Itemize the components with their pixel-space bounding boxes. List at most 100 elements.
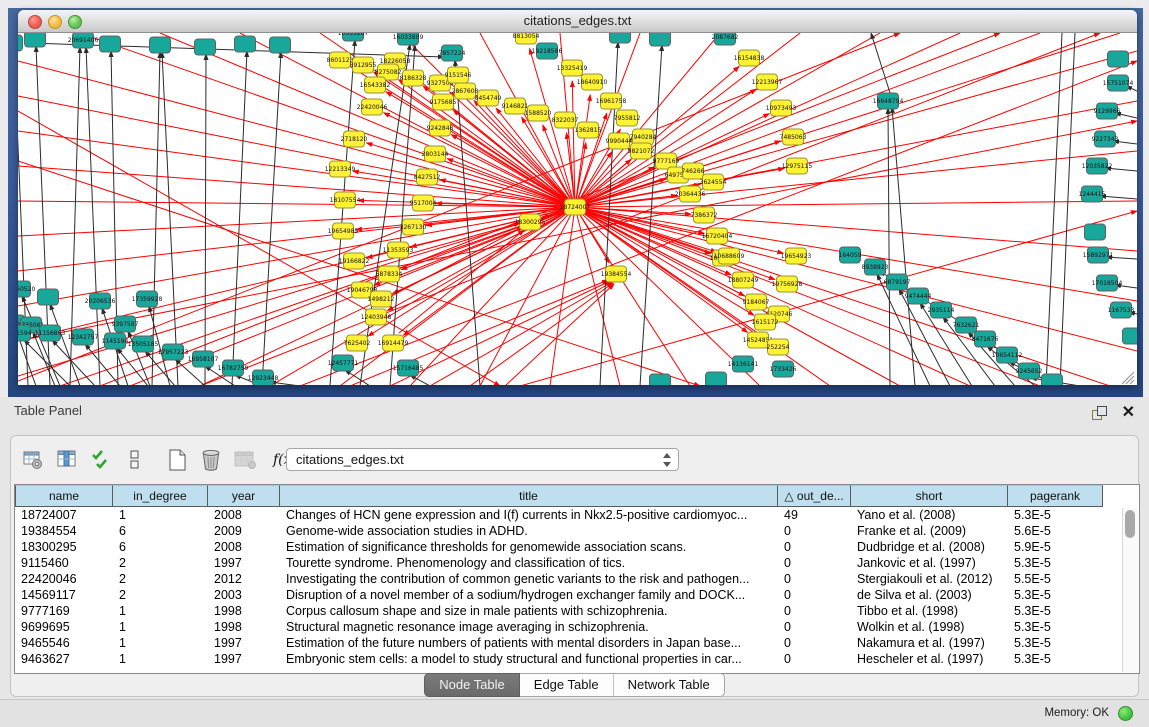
graph-node-label: 1615172 (752, 319, 779, 326)
graph-node-label: 19166822 (339, 258, 370, 265)
graph-node-label: 16033809 (393, 34, 424, 41)
table-cell: Jankovic et al. (1997) (851, 555, 1008, 571)
column-header[interactable]: △ out_de... (778, 485, 851, 507)
delete-table-button[interactable] (197, 446, 225, 474)
graph-node-label: 746266 (682, 168, 705, 175)
network-window-titlebar[interactable]: citations_edges.txt (18, 10, 1137, 33)
resize-grip-icon[interactable] (1122, 372, 1134, 384)
graph-node[interactable] (270, 37, 291, 53)
tab-network-table[interactable]: Network Table (614, 673, 725, 697)
graph-node[interactable] (1085, 224, 1106, 240)
table-cell: Stergiakouli et al. (2012) (851, 571, 1008, 587)
new-table-button[interactable] (163, 446, 191, 474)
graph-node-label: 16543382 (360, 82, 391, 89)
column-settings-button[interactable] (19, 446, 47, 474)
graph-node-label: 9129966 (1094, 108, 1121, 115)
table-row[interactable]: 1456911722003Disruption of a novel membe… (15, 587, 1139, 603)
table-vertical-scrollbar[interactable] (1122, 508, 1138, 672)
table-row[interactable]: 1872400712008Changes of HCN gene express… (15, 507, 1139, 523)
graph-node-label: 16961758 (596, 98, 627, 105)
graph-node[interactable] (650, 33, 671, 46)
table-cell: 1 (113, 635, 208, 651)
graph-node-label: 20206536 (85, 298, 116, 305)
table-cell: 5.3E-5 (1008, 635, 1103, 651)
node-table-header: namein_degreeyeartitle△ out_de...shortpa… (15, 485, 1139, 507)
graph-node[interactable] (38, 289, 59, 305)
table-row[interactable]: 1830029562008Estimation of significance … (15, 539, 1139, 555)
graph-node-label: 16958107 (188, 356, 219, 363)
graph-node[interactable] (706, 372, 727, 385)
graph-node-label: 10973493 (766, 105, 797, 112)
table-cell: 5.3E-5 (1008, 587, 1103, 603)
table-cell: 2003 (208, 587, 280, 603)
graph-node-label: 9397587 (112, 321, 139, 328)
graph-node[interactable] (610, 33, 631, 43)
graph-nodes[interactable]: 1872400718300295193845548601123891295518… (18, 33, 1137, 385)
column-header[interactable]: short (851, 485, 1008, 507)
column-settings-icon (22, 449, 44, 471)
graph-node-label: 1588520 (525, 110, 552, 117)
table-cell: 0 (778, 555, 851, 571)
tab-node-table[interactable]: Node Table (424, 673, 520, 697)
graph-node[interactable] (18, 35, 23, 51)
graph-node[interactable] (150, 37, 171, 53)
graph-node[interactable] (100, 36, 121, 52)
graph-node-label: 2718120 (341, 136, 368, 143)
network-svg[interactable]: 1872400718300295193845548601123891295518… (18, 33, 1137, 385)
import-table-icon (233, 449, 257, 471)
graph-node-label: 9227343 (1092, 136, 1119, 143)
new-table-icon (166, 448, 188, 472)
column-header[interactable]: pagerank (1008, 485, 1103, 507)
graph-node-label: 21260520 (18, 286, 35, 293)
float-panel-icon[interactable] (1092, 406, 1107, 421)
graph-node-label: 8454749 (475, 95, 502, 102)
graph-node[interactable] (235, 36, 256, 52)
table-cell: 9699695 (15, 619, 113, 635)
clear-selection-button[interactable] (121, 446, 149, 474)
table-row[interactable]: 1938455462009Genome-wide association stu… (15, 523, 1139, 539)
table-cell: Yano et al. (2008) (851, 507, 1008, 523)
graph-node-label: 11353593 (383, 247, 414, 254)
graph-node-label: 19654985 (328, 228, 359, 235)
table-row[interactable]: 911546021997Tourette syndrome. Phenomeno… (15, 555, 1139, 571)
select-all-button[interactable] (87, 446, 115, 474)
table-cell: 0 (778, 523, 851, 539)
graph-node[interactable] (25, 33, 46, 47)
table-cell: 19384554 (15, 523, 113, 539)
graph-node[interactable] (1108, 51, 1129, 67)
graph-node[interactable] (1123, 328, 1138, 344)
column-header[interactable]: year (208, 485, 280, 507)
select-column-button[interactable] (53, 446, 81, 474)
table-cell: 1997 (208, 555, 280, 571)
network-canvas[interactable]: 1872400718300295193845548601123891295518… (18, 33, 1137, 385)
table-cell: 0 (778, 635, 851, 651)
import-table-button[interactable] (231, 446, 259, 474)
column-header[interactable]: title (280, 485, 778, 507)
graph-node-label: 16720404 (702, 233, 733, 240)
table-row[interactable]: 969969511998Structural magnetic resonanc… (15, 619, 1139, 635)
graph-node[interactable] (195, 39, 216, 55)
tab-edge-table[interactable]: Edge Table (520, 673, 614, 697)
table-cell: 5.3E-5 (1008, 619, 1103, 635)
table-row[interactable]: 2242004622012Investigating the contribut… (15, 571, 1139, 587)
table-row[interactable]: 946554611997Estimation of the future num… (15, 635, 1139, 651)
network-window[interactable]: citations_edges.txt 18724007183002951938… (18, 10, 1137, 385)
scrollbar-thumb[interactable] (1125, 510, 1135, 538)
table-cell: 49 (778, 507, 851, 523)
graph-node[interactable] (650, 374, 671, 385)
graph-node-label: 9474444 (905, 293, 932, 300)
table-cell: 1 (113, 651, 208, 667)
close-panel-icon[interactable]: ✕ (1122, 402, 1135, 422)
table-chooser-select[interactable]: citations_edges.txt (286, 448, 679, 471)
column-header[interactable]: in_degree (113, 485, 208, 507)
table-cell: 2008 (208, 539, 280, 555)
table-row[interactable]: 946362711997Embryonic stem cells: a mode… (15, 651, 1139, 667)
graph-node-label: 8938923 (862, 264, 889, 271)
graph-node-label: 18807249 (728, 277, 759, 284)
graph-node-label: 2867608 (452, 88, 479, 95)
graph-node-label: 19654923 (781, 253, 812, 260)
table-row[interactable]: 977716911998Corpus callosum shape and si… (15, 603, 1139, 619)
column-header[interactable]: name (15, 485, 113, 507)
node-table[interactable]: namein_degreeyeartitle△ out_de...shortpa… (14, 484, 1140, 674)
graph-node[interactable] (1042, 374, 1063, 385)
